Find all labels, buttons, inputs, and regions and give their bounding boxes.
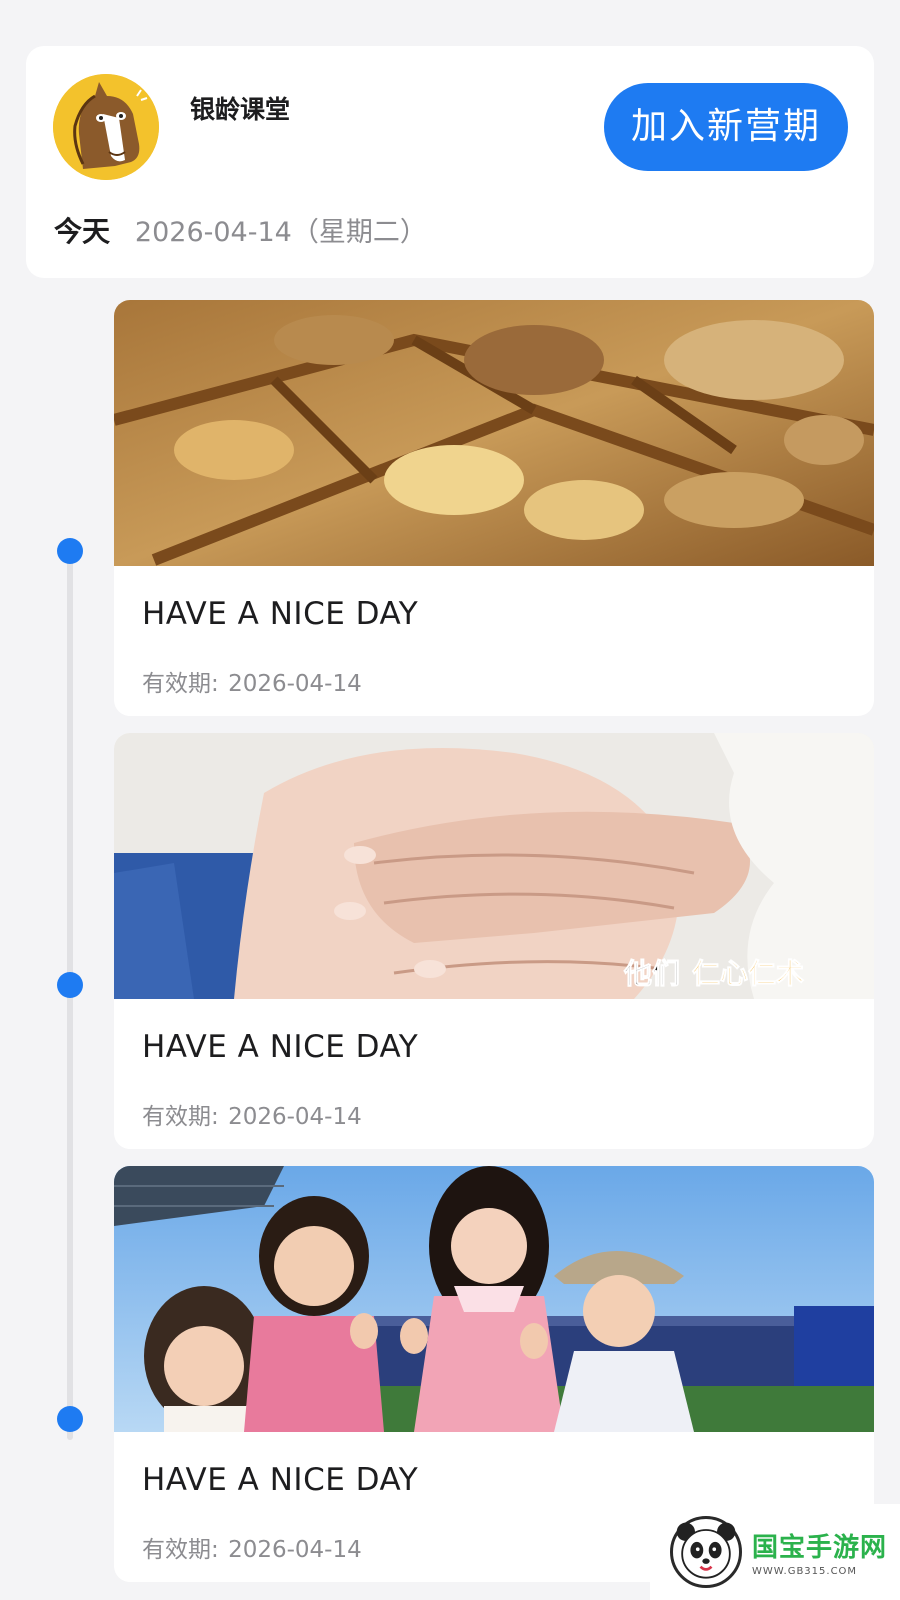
validity-date: 2026-04-14	[228, 1104, 362, 1130]
course-validity: 有效期: 2026-04-14	[142, 1530, 362, 1564]
today-label: 今天	[54, 215, 111, 248]
course-validity: 有效期: 2026-04-14	[142, 664, 362, 698]
course-thumbnail-acupressure[interactable]: 他们 仁心仁术	[114, 733, 874, 999]
watermark-url: WWW.GB315.COM	[752, 1566, 858, 1577]
timeline-dot	[57, 538, 83, 564]
org-name: 银龄课堂	[190, 95, 291, 124]
watermark-brand: 国宝手游网	[752, 1533, 888, 1563]
today-date: 2026-04-14（星期二）	[134, 217, 427, 248]
course-title: HAVE A NICE DAY	[142, 596, 419, 632]
validity-date: 2026-04-14	[228, 671, 362, 697]
timeline-dot	[57, 972, 83, 998]
validity-label: 有效期:	[142, 1104, 219, 1130]
course-title: HAVE A NICE DAY	[142, 1462, 419, 1498]
join-new-session-button[interactable]: 加入新营期	[604, 83, 848, 171]
course-title: HAVE A NICE DAY	[142, 1029, 419, 1065]
course-card[interactable]: HAVE A NICE DAY 有效期: 2026-04-14	[114, 300, 874, 716]
timeline-dot	[57, 1406, 83, 1432]
validity-date: 2026-04-14	[228, 1537, 362, 1563]
header-card: 银龄课堂 加入新营期 今天 2026-04-14（星期二）	[26, 46, 874, 278]
panda-logo-icon	[670, 1516, 742, 1588]
today-date-row: 今天 2026-04-14（星期二）	[54, 210, 427, 250]
validity-label: 有效期:	[142, 671, 219, 697]
course-thumbnail-herbal[interactable]	[114, 300, 874, 566]
validity-label: 有效期:	[142, 1537, 219, 1563]
course-card[interactable]: 他们 仁心仁术 HAVE A NICE DAY 有效期: 2026-04-14	[114, 733, 874, 1149]
course-thumbnail-family[interactable]	[114, 1166, 874, 1432]
course-validity: 有效期: 2026-04-14	[142, 1097, 362, 1131]
caption-text-a: 他们	[623, 957, 680, 990]
horse-avatar-icon[interactable]	[53, 74, 159, 180]
timeline-line	[67, 560, 73, 1440]
caption-text-b: 仁心仁术	[692, 957, 804, 990]
site-watermark: 国宝手游网 WWW.GB315.COM	[650, 1504, 900, 1600]
